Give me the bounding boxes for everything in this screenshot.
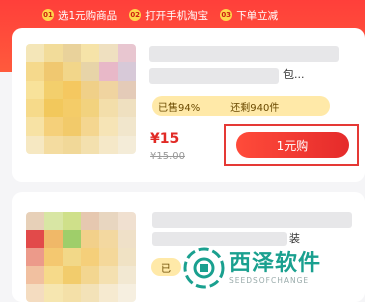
mosaic-pixel bbox=[26, 117, 45, 136]
mosaic-pixel bbox=[99, 135, 118, 154]
mosaic-pixel bbox=[81, 135, 100, 154]
title-blur bbox=[149, 46, 339, 62]
mosaic-pixel bbox=[81, 284, 100, 302]
mosaic-pixel bbox=[117, 80, 136, 99]
title-blur bbox=[152, 212, 352, 228]
mosaic-pixel bbox=[44, 117, 63, 136]
mosaic-pixel bbox=[44, 44, 63, 63]
mosaic-pixel bbox=[117, 62, 136, 81]
mosaic-pixel bbox=[26, 266, 45, 284]
mosaic-pixel bbox=[62, 248, 81, 266]
mosaic-pixel bbox=[81, 266, 100, 284]
steps-bar: 01 选1元购商品 02 打开手机淘宝 03 下单立减 bbox=[0, 0, 365, 30]
mosaic-pixel bbox=[81, 248, 100, 266]
mosaic-pixel bbox=[44, 135, 63, 154]
product-image[interactable] bbox=[26, 44, 136, 154]
mosaic-pixel bbox=[117, 117, 136, 136]
mosaic-pixel bbox=[99, 117, 118, 136]
mosaic-pixel bbox=[26, 135, 45, 154]
sales-progress-tag: 已 bbox=[151, 258, 181, 276]
mosaic-pixel bbox=[26, 99, 45, 118]
step-1: 01 选1元购商品 bbox=[42, 8, 117, 23]
one-yuan-buy-button[interactable]: 1元购 bbox=[236, 132, 349, 158]
mosaic-pixel bbox=[62, 135, 81, 154]
mosaic-pixel bbox=[117, 266, 136, 284]
mosaic-pixel bbox=[117, 99, 136, 118]
mosaic-pixel bbox=[117, 248, 136, 266]
step-number: 02 bbox=[129, 9, 142, 21]
mosaic-pixel bbox=[117, 284, 136, 302]
mosaic-pixel bbox=[62, 212, 81, 230]
mosaic-pixel bbox=[117, 212, 136, 230]
mosaic-pixel bbox=[99, 266, 118, 284]
mosaic-pixel bbox=[26, 44, 45, 63]
watermark-text: 西泽软件 bbox=[229, 250, 322, 276]
mosaic-pixel bbox=[62, 99, 81, 118]
mosaic-pixel bbox=[62, 284, 81, 302]
mosaic-pixel bbox=[26, 248, 45, 266]
step-label: 选1元购商品 bbox=[58, 9, 118, 22]
step-3: 03 下单立减 bbox=[220, 8, 278, 23]
watermark-logo-icon bbox=[183, 247, 225, 289]
mosaic-pixel bbox=[26, 80, 45, 99]
mosaic-pixel bbox=[81, 212, 100, 230]
buy-button-highlight: 1元购 bbox=[224, 124, 359, 166]
mosaic-pixel bbox=[81, 230, 100, 248]
remaining-count: 还剩940件 bbox=[230, 102, 280, 114]
mosaic-pixel bbox=[44, 248, 63, 266]
mosaic-pixel bbox=[44, 99, 63, 118]
product-title-tail: 装 bbox=[289, 232, 300, 245]
mosaic-pixel bbox=[81, 80, 100, 99]
mosaic-pixel bbox=[99, 212, 118, 230]
sold-percent: 已售94% bbox=[158, 102, 201, 114]
mosaic-pixel bbox=[44, 62, 63, 81]
mosaic-pixel bbox=[44, 266, 63, 284]
mosaic-pixel bbox=[44, 230, 63, 248]
mosaic-pixel bbox=[62, 230, 81, 248]
step-label: 下单立减 bbox=[236, 9, 279, 22]
mosaic-pixel bbox=[81, 99, 100, 118]
watermark-subtext: SEEDSOFCHANGE bbox=[229, 275, 310, 285]
sales-progress-tag: 已售94% 还剩940件 bbox=[152, 96, 330, 116]
title-blur bbox=[152, 232, 287, 246]
step-number: 01 bbox=[42, 9, 54, 21]
mosaic-pixel bbox=[99, 44, 118, 63]
mosaic-pixel bbox=[62, 44, 81, 63]
watermark: 西泽软件 SEEDSOFCHANGE bbox=[183, 247, 321, 289]
mosaic-pixel bbox=[26, 212, 45, 230]
mosaic-pixel bbox=[62, 266, 81, 284]
mosaic-pixel bbox=[99, 248, 118, 266]
step-2: 02 打开手机淘宝 bbox=[129, 8, 208, 23]
mosaic-pixel bbox=[26, 62, 45, 81]
step-label: 打开手机淘宝 bbox=[145, 9, 209, 22]
mosaic-pixel bbox=[117, 135, 136, 154]
title-blur bbox=[149, 68, 279, 84]
product-title-tail: 包... bbox=[283, 68, 305, 81]
mosaic-pixel bbox=[117, 230, 136, 248]
mosaic-pixel bbox=[99, 99, 118, 118]
mosaic-pixel bbox=[44, 212, 63, 230]
mosaic-pixel bbox=[26, 230, 45, 248]
mosaic-pixel bbox=[62, 117, 81, 136]
mosaic-pixel bbox=[81, 44, 100, 63]
product-image[interactable] bbox=[26, 212, 136, 302]
mosaic-pixel bbox=[99, 62, 118, 81]
mosaic-pixel bbox=[99, 80, 118, 99]
mosaic-pixel bbox=[44, 284, 63, 302]
price: ¥15 bbox=[150, 131, 180, 147]
mosaic-pixel bbox=[99, 284, 118, 302]
mosaic-pixel bbox=[81, 62, 100, 81]
mosaic-pixel bbox=[62, 62, 81, 81]
mosaic-pixel bbox=[117, 44, 136, 63]
mosaic-pixel bbox=[44, 80, 63, 99]
mosaic-pixel bbox=[62, 80, 81, 99]
original-price: ¥15.00 bbox=[150, 151, 185, 162]
mosaic-pixel bbox=[81, 117, 100, 136]
mosaic-pixel bbox=[99, 230, 118, 248]
step-number: 03 bbox=[220, 9, 233, 21]
mosaic-pixel bbox=[26, 284, 45, 302]
